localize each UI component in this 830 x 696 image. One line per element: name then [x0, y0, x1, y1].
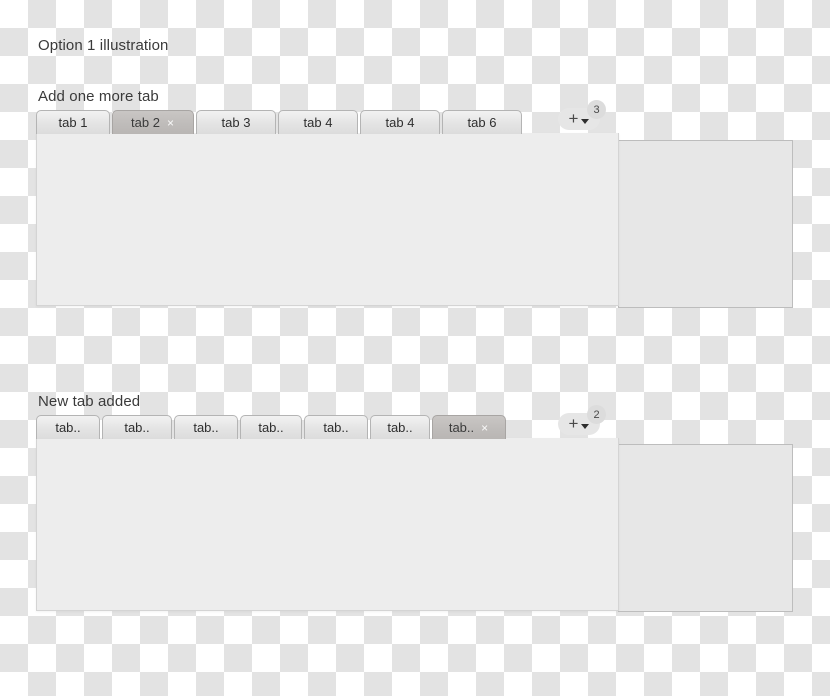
hidden-tabs-badge-2: 2 — [587, 405, 606, 424]
tab-item[interactable]: tab.. — [370, 415, 430, 439]
tab-label: tab 6 — [467, 115, 497, 130]
section-label-new-tab-added: New tab added — [38, 393, 141, 410]
tab-item[interactable]: tab.. — [102, 415, 172, 439]
secondary-panel-2 — [618, 444, 793, 612]
hidden-tabs-badge-1: 3 — [587, 100, 606, 119]
close-icon[interactable]: × — [166, 117, 175, 129]
tab-item[interactable]: tab 4 — [360, 110, 440, 134]
tab-label: tab 4 — [385, 115, 415, 130]
plus-icon: + — [568, 109, 579, 128]
tab-label: tab.. — [448, 420, 475, 435]
tab-label: tab 1 — [58, 115, 88, 130]
tab-content-panel-2 — [36, 438, 619, 611]
tab-item[interactable]: tab 4 — [278, 110, 358, 134]
tab-item[interactable]: tab 3 — [196, 110, 276, 134]
plus-icon: + — [568, 414, 579, 433]
page-title: Option 1 illustration — [38, 37, 169, 54]
tab-item[interactable]: tab.. — [36, 415, 100, 439]
tab-item[interactable]: tab.. — [304, 415, 368, 439]
tab-strip-2: tab.. tab.. tab.. tab.. tab.. tab.. tab.. × — [36, 413, 506, 439]
tab-item[interactable]: tab.. × — [432, 415, 506, 439]
tab-label: tab.. — [124, 420, 150, 435]
tab-label: tab.. — [55, 420, 81, 435]
tab-item[interactable]: tab 2 × — [112, 110, 194, 134]
tab-label: tab.. — [323, 420, 349, 435]
tab-label: tab.. — [387, 420, 413, 435]
close-icon[interactable]: × — [480, 422, 489, 434]
tab-content-panel-1 — [36, 133, 619, 306]
add-tab-control-2[interactable]: + 2 — [558, 405, 606, 439]
tab-label: tab 4 — [303, 115, 333, 130]
chevron-down-icon[interactable] — [581, 119, 590, 124]
tab-label: tab.. — [258, 420, 284, 435]
tab-strip-1: tab 1 tab 2 × tab 3 tab 4 tab 4 tab 6 — [36, 108, 522, 134]
section-label-add-one-more-tab: Add one more tab — [38, 88, 159, 105]
tab-label: tab 3 — [221, 115, 251, 130]
tab-item[interactable]: tab 1 — [36, 110, 110, 134]
tab-label: tab.. — [193, 420, 219, 435]
tab-item[interactable]: tab.. — [240, 415, 302, 439]
tab-label: tab 2 — [131, 115, 160, 130]
tab-item[interactable]: tab 6 — [442, 110, 522, 134]
illustration-stage: Option 1 illustration Add one more tab t… — [0, 0, 830, 696]
secondary-panel-1 — [618, 140, 793, 308]
chevron-down-icon[interactable] — [581, 424, 590, 429]
add-tab-control-1[interactable]: + 3 — [558, 100, 606, 134]
tab-item[interactable]: tab.. — [174, 415, 238, 439]
